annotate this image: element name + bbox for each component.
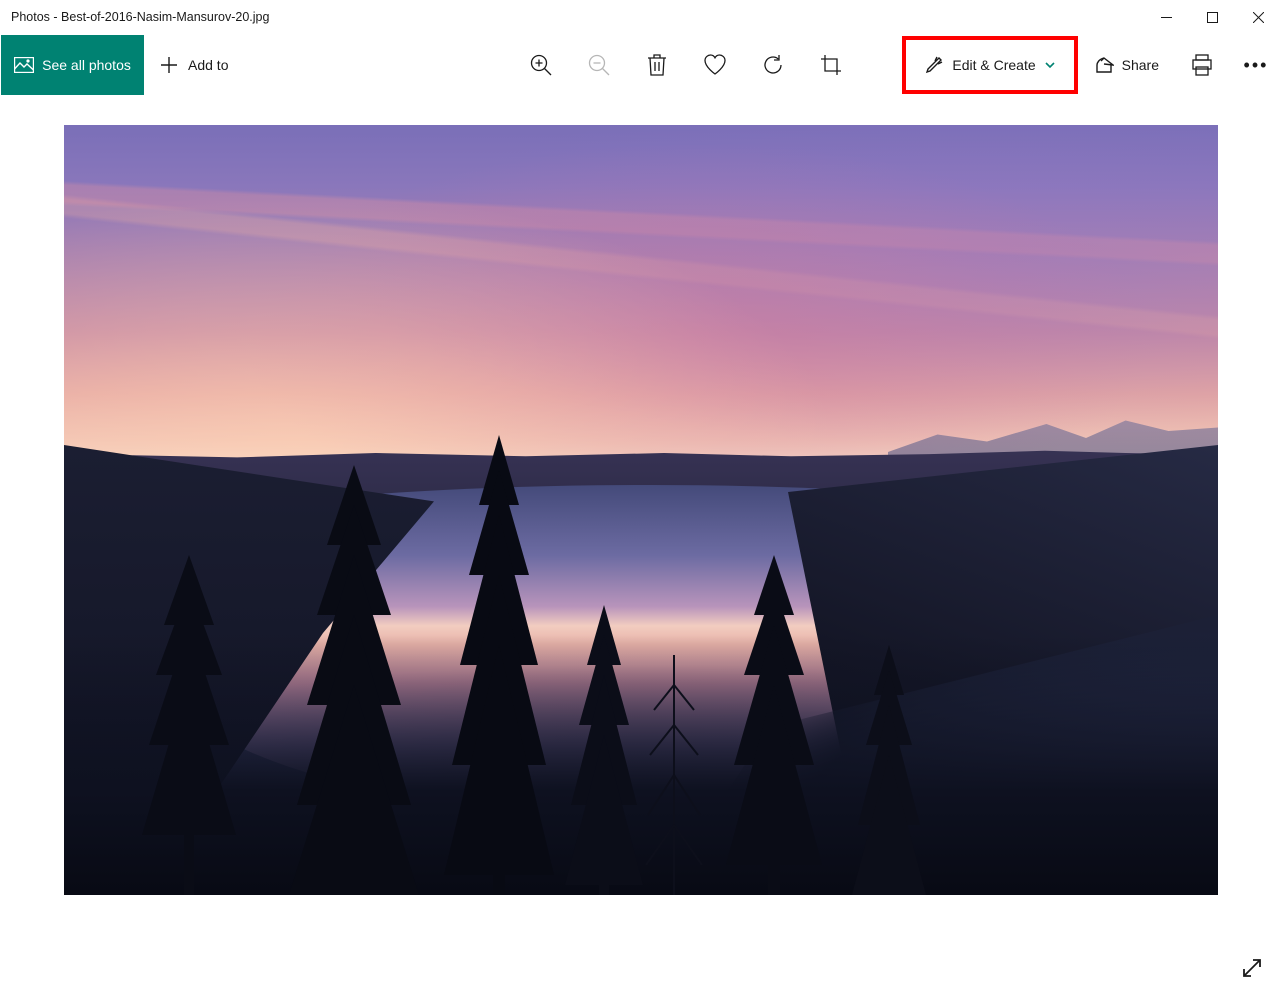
minimize-button[interactable] [1143,1,1189,33]
edit-and-create-label: Edit & Create [952,57,1035,73]
zoom-out-icon [588,54,610,76]
chevron-down-icon [1044,59,1056,71]
crop-icon [820,54,842,76]
favorite-button[interactable] [686,35,744,95]
add-to-button[interactable]: Add to [144,35,244,95]
close-button[interactable] [1235,1,1281,33]
enter-fullscreen-button[interactable] [1241,957,1263,984]
share-button[interactable]: Share [1080,35,1173,95]
more-options-button[interactable]: ••• [1231,35,1281,95]
minimize-icon [1161,12,1172,23]
crop-button[interactable] [802,35,860,95]
add-to-label: Add to [188,57,228,73]
titlebar: Photos - Best-of-2016-Nasim-Mansurov-20.… [1,1,1281,33]
share-icon [1094,55,1114,75]
diagonal-resize-icon [1241,957,1263,979]
heart-icon [703,54,727,76]
print-button[interactable] [1173,35,1231,95]
photos-app-window: Photos - Best-of-2016-Nasim-Mansurov-20.… [0,0,1282,999]
see-all-photos-button[interactable]: See all photos [1,35,144,95]
window-title: Photos - Best-of-2016-Nasim-Mansurov-20.… [11,10,269,24]
close-icon [1253,12,1264,23]
zoom-in-button[interactable] [512,35,570,95]
print-icon [1191,54,1213,76]
maximize-button[interactable] [1189,1,1235,33]
zoom-out-button[interactable] [570,35,628,95]
toolbar: See all photos Add to [1,33,1281,97]
zoom-in-icon [530,54,552,76]
share-label: Share [1122,57,1159,73]
plus-icon [160,56,178,74]
rotate-button[interactable] [744,35,802,95]
displayed-photo[interactable] [64,125,1218,895]
trash-icon [647,54,667,76]
photos-collection-icon [14,57,34,73]
edit-and-create-button[interactable]: Edit & Create [902,36,1077,94]
rotate-icon [762,54,784,76]
ellipsis-icon: ••• [1244,55,1269,76]
see-all-photos-label: See all photos [42,57,131,73]
edit-create-icon [924,55,944,75]
maximize-icon [1207,12,1218,23]
window-controls [1143,1,1281,33]
delete-button[interactable] [628,35,686,95]
photo-viewer [1,97,1281,998]
